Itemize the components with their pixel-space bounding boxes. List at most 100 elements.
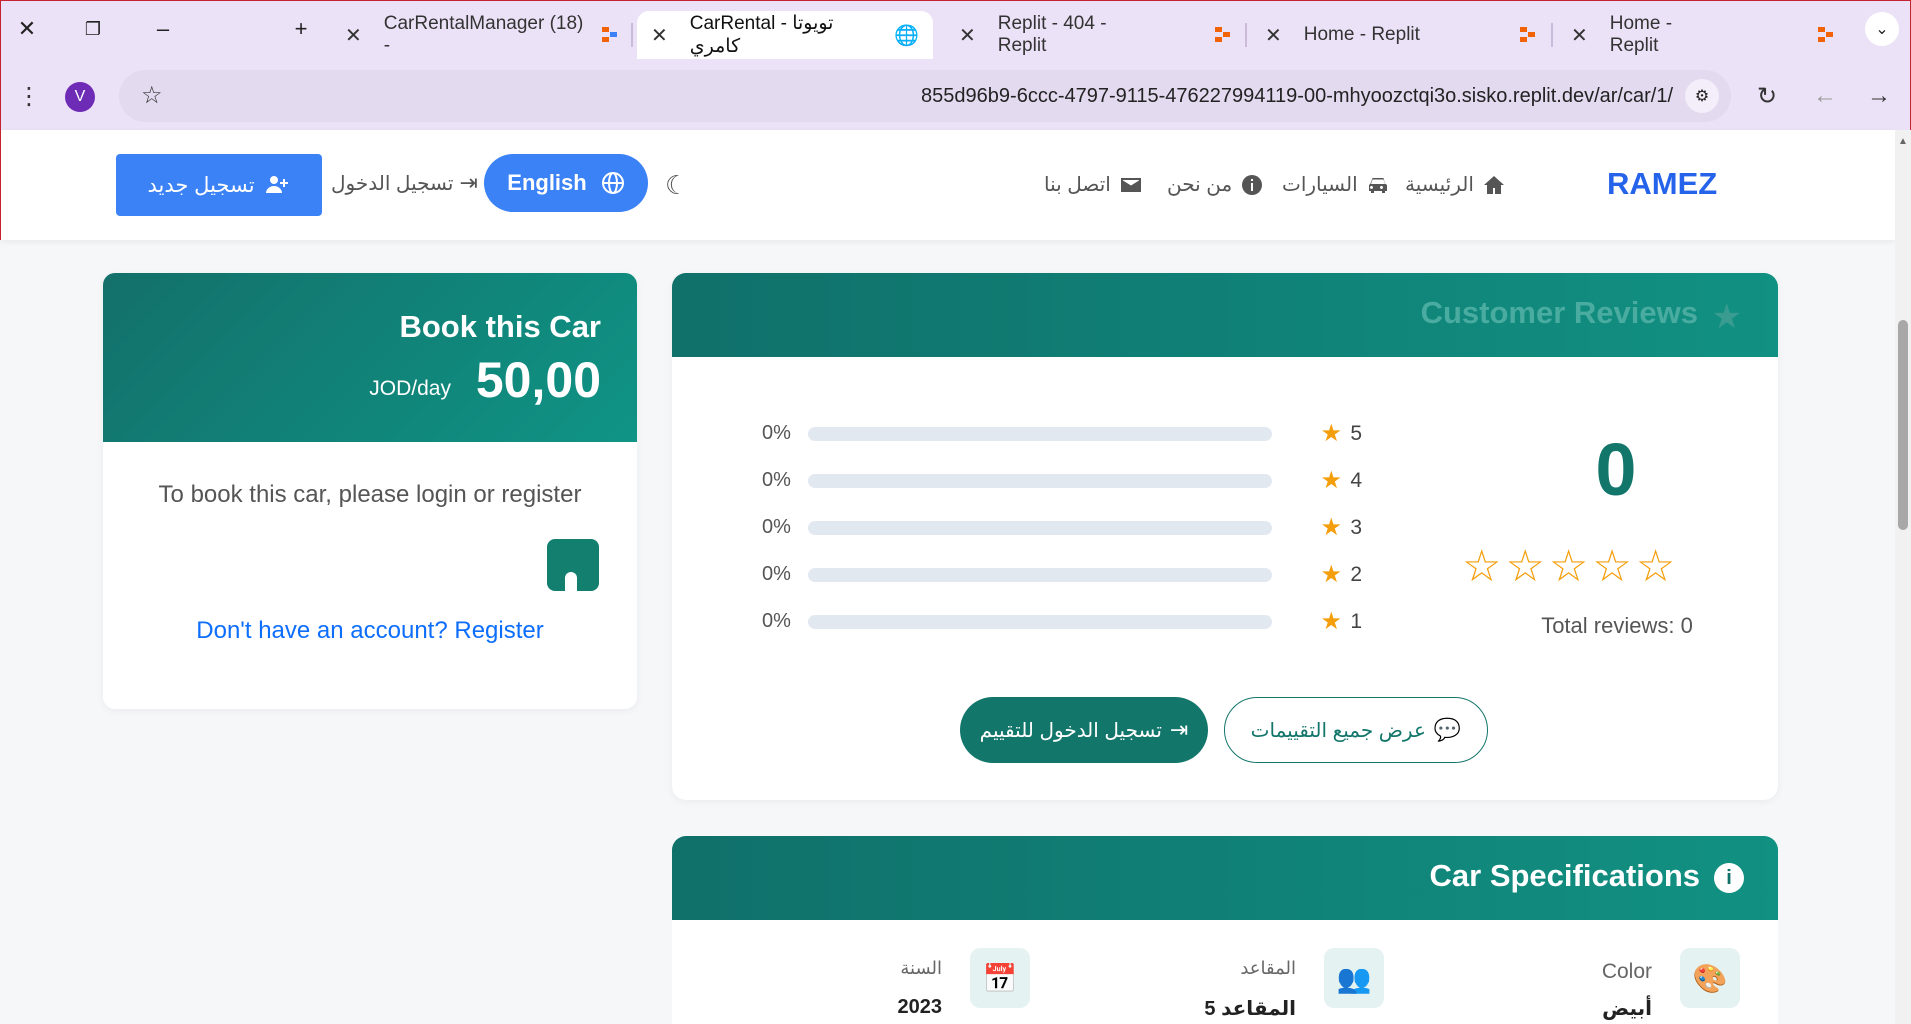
star-outline-icon: ☆ [1635,542,1680,591]
back-icon[interactable]: ← [1813,82,1837,110]
profile-initial: V [74,88,86,105]
rating-row-4: 0% ★ 4 [762,466,1362,496]
info-icon: i [1714,863,1744,893]
tab-home-replit-1[interactable]: ✕ Home - Replit [1251,11,1553,59]
bookmark-star-icon[interactable]: ☆ [141,81,163,110]
site-header: RAMEZ الرئيسية السيارات من نحن اتصل بنا … [0,130,1895,240]
tab-carrental-active[interactable]: ✕ CarRental - تويوتا كامري 🌐 [637,11,933,59]
login-label: تسجيل الدخول [331,172,454,195]
view-all-reviews-label: عرض جميع التقييمات [1250,719,1426,742]
specs-title: Car Specifications [1429,858,1700,893]
tab-title: Replit - 404 - Replit [997,13,1107,56]
sign-in-icon: ⇥ [1169,717,1189,742]
scroll-up-arrow-icon[interactable]: ▲ [1898,136,1908,147]
tab-title: Home - Replit [1609,13,1673,56]
login-link[interactable]: تسجيل الدخول ⇥ [331,170,478,196]
close-icon[interactable]: ✕ [345,23,362,48]
tab-carrentalmanager[interactable]: ✕ CarRentalManager (18) - [331,11,633,59]
spec-label: المقاعد [1240,958,1296,978]
home-icon [1483,175,1504,194]
spec-value: أبيض [1602,998,1652,1020]
profile-avatar[interactable]: V [65,82,95,112]
nav-about-label: من نحن [1167,174,1233,196]
specs-header: Car Specifications i [672,836,1778,920]
rating-bar [808,615,1272,629]
tab-separator [1245,23,1247,47]
booking-card: Book this Car 50,00 JOD/day To book this… [103,273,637,709]
booking-card-header: Book this Car 50,00 JOD/day [103,273,637,442]
car-icon [1368,177,1387,193]
register-button[interactable]: تسجيل جديد [116,154,322,216]
booking-price: 50,00 [475,352,601,408]
tab-search-chevron-icon[interactable]: ⌄ [1865,12,1899,46]
more-menu-icon[interactable]: ⋮ [17,82,41,111]
star-outline-icon: ☆ [1505,542,1549,591]
new-tab-icon[interactable]: + [287,15,315,43]
reviews-title: Customer Reviews [1420,295,1698,330]
sign-in-icon: ⇥ [459,170,478,195]
restore-window-icon[interactable]: ❐ [79,15,107,43]
palette-icon: 🎨 [1680,948,1740,1008]
tab-replit-404[interactable]: ✕ Replit - 404 - Replit [945,11,1247,59]
register-link[interactable]: Don't have an account? Register [103,617,637,645]
close-icon[interactable]: ✕ [1571,23,1588,48]
rating-star-count: 5 [1350,422,1362,445]
tab-home-replit-2[interactable]: ✕ Home - Replit [1557,11,1847,59]
rating-percent: 0% [762,422,791,444]
close-window-icon[interactable]: ✕ [13,15,41,43]
dark-mode-toggle-icon[interactable]: ☾ [665,170,688,201]
login-to-rate-button[interactable]: تسجيل الدخول للتقييم ⇥ [960,697,1208,763]
rating-percent: 0% [762,563,791,585]
tab-title: CarRentalManager (18) - [383,13,584,56]
rating-percent: 0% [762,516,791,538]
reload-icon[interactable]: ↻ [1757,82,1777,111]
nav-contact[interactable]: اتصل بنا [1044,172,1143,197]
user-login-icon[interactable] [547,539,599,591]
rating-row-3: 0% ★ 3 [762,513,1362,543]
rating-row-5: 0% ★ 5 [762,419,1362,449]
spec-label: السنة [900,958,942,978]
info-icon [1242,174,1263,195]
nav-about[interactable]: من نحن [1167,172,1264,197]
nav-home[interactable]: الرئيسية [1405,172,1506,197]
booking-title: Book this Car [399,309,601,344]
star-icon: ★ [1320,420,1342,447]
rating-percent: 0% [762,469,791,491]
tab-title: CarRental - تويوتا كامري [689,13,834,57]
nav-cars[interactable]: السيارات [1282,172,1390,197]
user-plus-icon [265,176,288,193]
customer-reviews-card: Customer Reviews ★ 0% ★ 5 0% ★ 4 0% ★ 3 … [672,273,1778,800]
rating-star-count: 2 [1350,563,1362,586]
comments-icon: 💬 [1433,717,1462,742]
tab-separator [1551,23,1553,47]
close-icon[interactable]: ✕ [959,23,976,48]
page-scrollbar[interactable]: ▲ [1895,130,1911,1024]
brand-logo[interactable]: RAMEZ [1607,166,1717,202]
star-icon: ★ [1320,608,1342,635]
total-reviews: Total reviews: 0 [1541,613,1693,638]
forward-icon[interactable]: → [1867,82,1891,110]
close-icon[interactable]: ✕ [1265,23,1282,48]
address-bar[interactable]: ☆ 855d96b9-6ccc-4797-9115-476227994119-0… [119,70,1731,122]
minimize-window-icon[interactable]: – [149,15,177,43]
globe-icon: 🌐 [894,24,919,47]
rating-bar [808,568,1272,582]
close-icon[interactable]: ✕ [651,23,668,48]
view-all-reviews-button[interactable]: عرض جميع التقييمات 💬 [1224,697,1488,763]
replit-logo-icon [601,27,617,43]
spec-value: 5 المقاعد [1204,998,1296,1020]
replit-logo-icon [1215,27,1231,43]
language-button[interactable]: English [484,154,648,212]
login-to-rate-label: تسجيل الدخول للتقييم [979,719,1162,742]
rating-row-2: 0% ★ 2 [762,560,1362,590]
site-settings-icon[interactable]: ⚙ [1685,79,1719,113]
replit-logo-icon [1519,27,1536,43]
globe-icon [601,172,624,194]
tab-separator [631,23,633,47]
scrollbar-thumb[interactable] [1898,320,1908,530]
star-icon: ★ [1320,561,1342,588]
browser-tab-bar: ✕ ❐ – + ✕ CarRentalManager (18) - ✕ CarR… [0,0,1911,62]
url-text[interactable]: 855d96b9-6ccc-4797-9115-476227994119-00-… [921,85,1673,108]
users-icon: 👥 [1324,948,1384,1008]
star-icon: ★ [1711,298,1742,336]
